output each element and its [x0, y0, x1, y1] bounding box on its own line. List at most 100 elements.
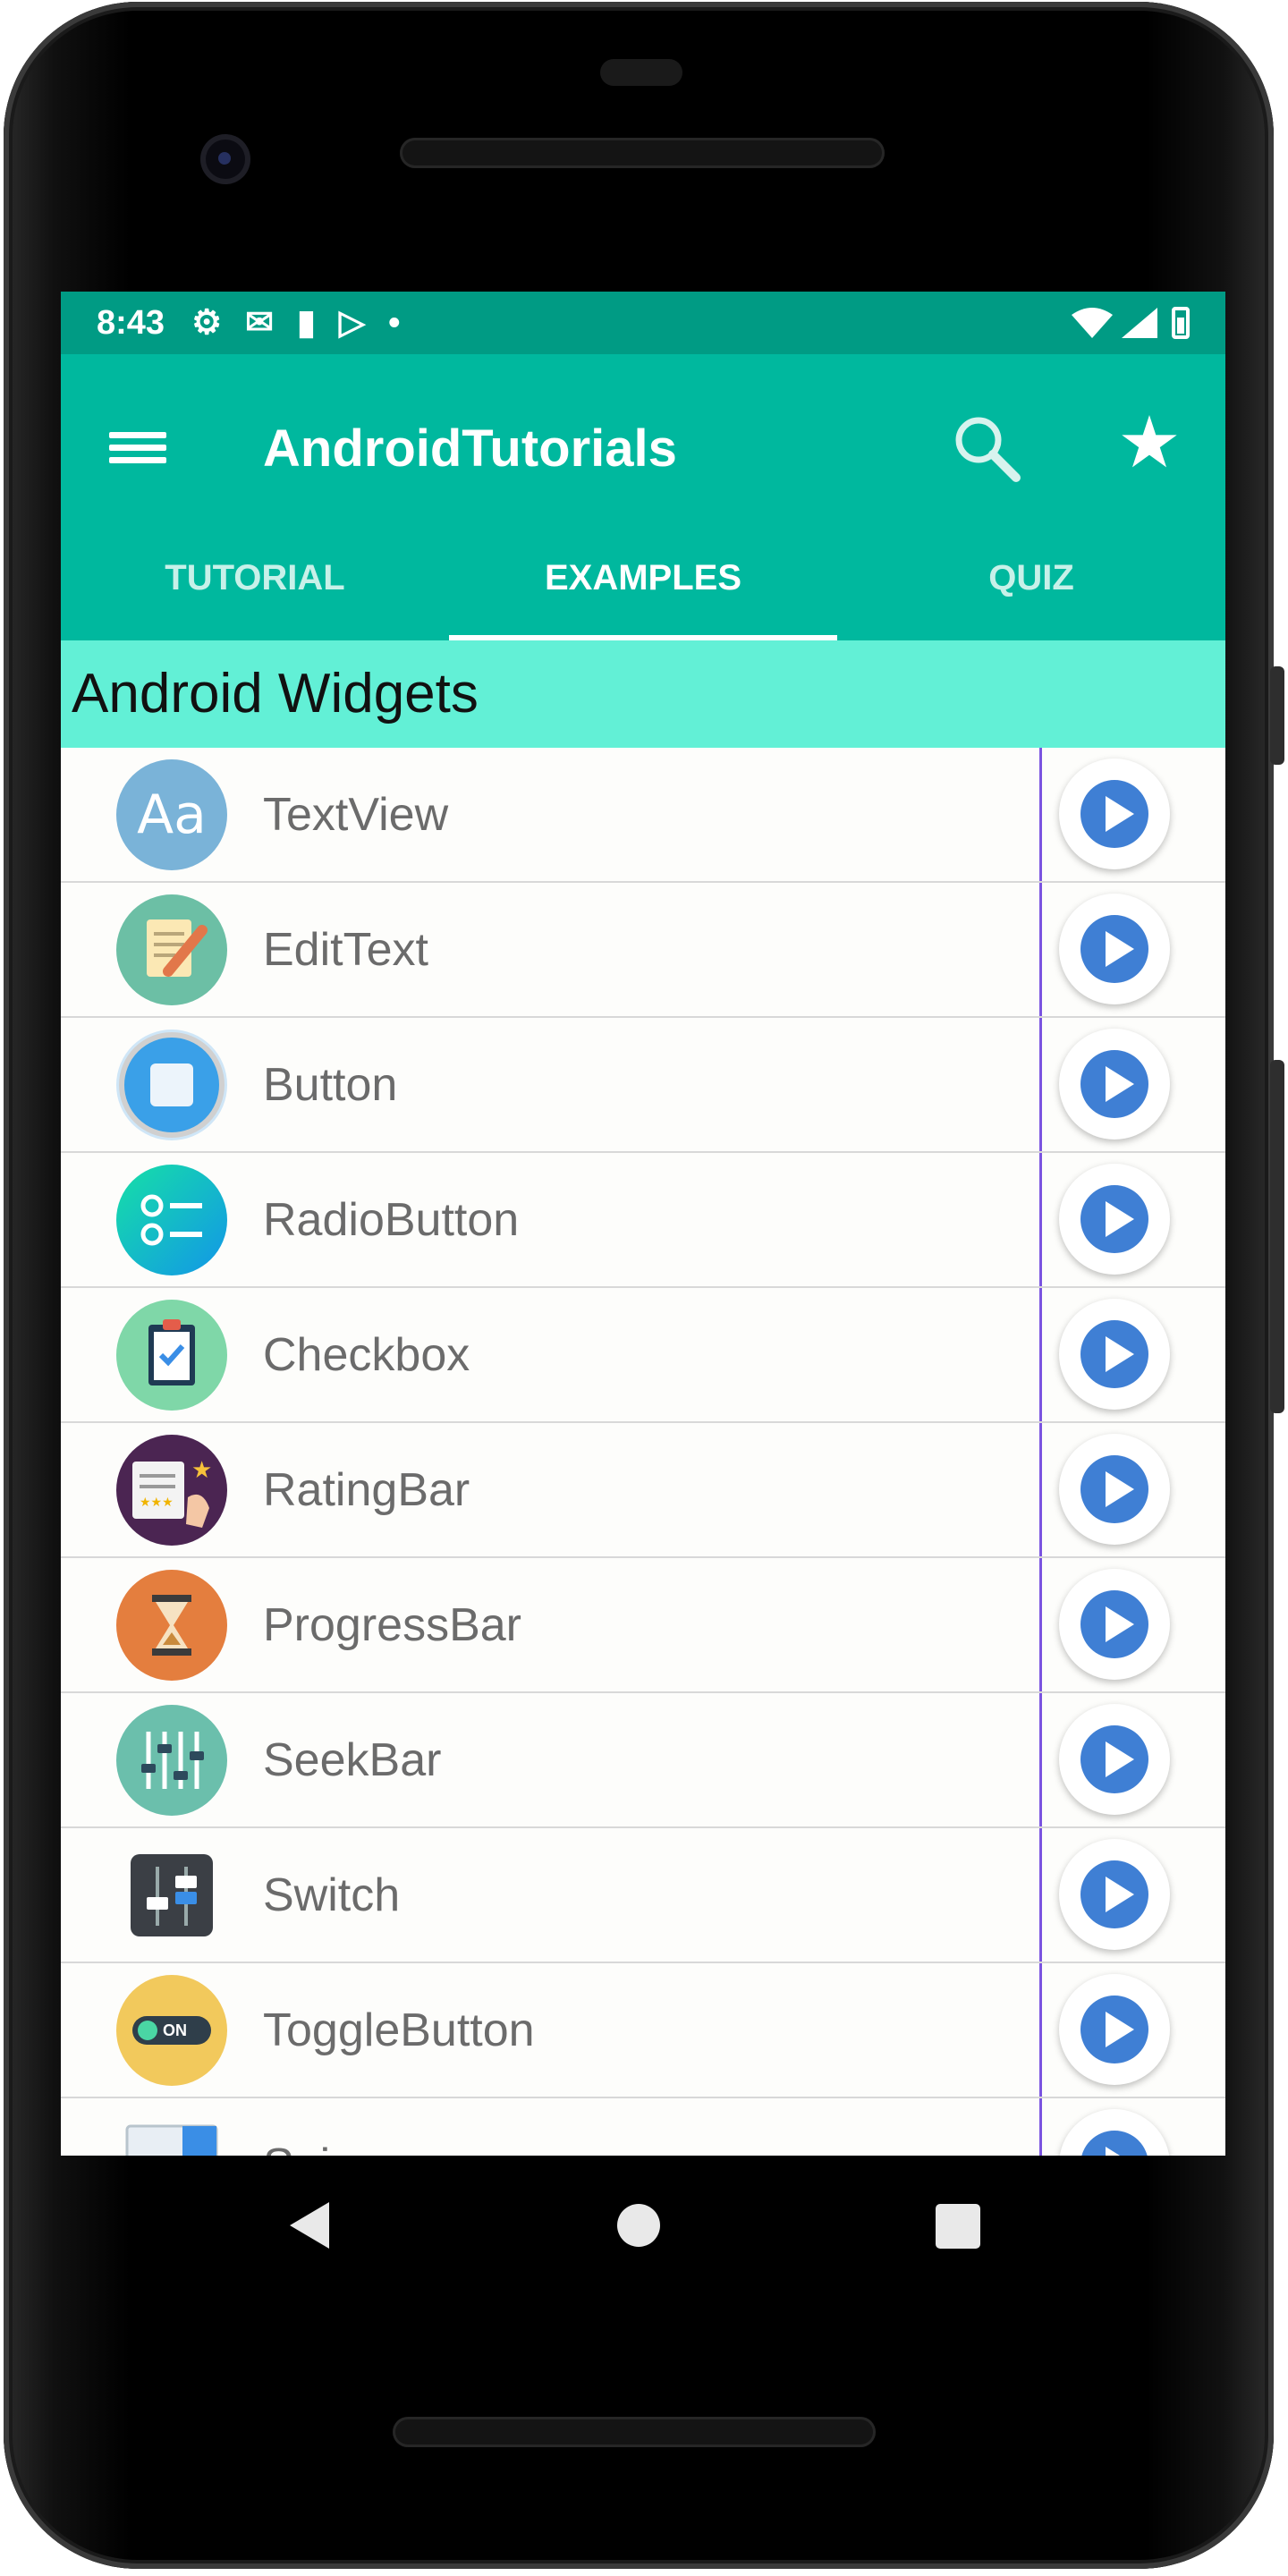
phone-frame: 8:43 ⚙ ✉ ▮ ▷ • AndroidTutorials ★ TUTORI… — [4, 2, 1274, 2569]
play-icon — [1080, 1725, 1148, 1793]
svg-text:★: ★ — [191, 1456, 212, 1483]
radiobutton-icon — [116, 1165, 227, 1275]
recents-icon[interactable] — [936, 2204, 980, 2249]
row-divider — [1039, 1558, 1042, 1691]
switch-icon — [116, 1840, 227, 1951]
row-divider — [1039, 2098, 1042, 2156]
play-icon — [1080, 1996, 1148, 2063]
list-item[interactable]: Switch — [61, 1828, 1225, 1963]
widget-list: Aa TextView EditText Button RadioButton … — [61, 748, 1225, 2156]
play-icon — [1080, 915, 1148, 983]
togglebutton-icon: ON — [116, 1975, 227, 2086]
row-divider — [1039, 1018, 1042, 1151]
list-item[interactable]: SeekBar — [61, 1693, 1225, 1828]
screen: 8:43 ⚙ ✉ ▮ ▷ • AndroidTutorials ★ TUTORI… — [61, 292, 1225, 2156]
gear-icon: ⚙ — [191, 304, 223, 342]
play-button[interactable] — [1059, 758, 1170, 869]
list-item[interactable]: RadioButton — [61, 1153, 1225, 1288]
search-icon[interactable] — [946, 408, 1027, 488]
play-icon — [1080, 780, 1148, 848]
tab-tutorial[interactable]: TUTORIAL — [61, 522, 449, 640]
row-divider — [1039, 748, 1042, 881]
power-button — [1270, 666, 1284, 765]
play-button[interactable] — [1059, 1164, 1170, 1275]
dot-icon: • — [388, 304, 401, 342]
status-time: 8:43 — [97, 303, 165, 342]
bottom-speaker — [393, 2417, 876, 2447]
list-item-label: Switch — [263, 1869, 401, 1921]
list-item-label: Spinner — [263, 2098, 423, 2156]
seekbar-icon — [116, 1705, 227, 1816]
volume-rocker — [1270, 1060, 1284, 1413]
play-icon — [1080, 1320, 1148, 1388]
row-divider — [1039, 883, 1042, 1016]
play-button[interactable] — [1059, 2109, 1170, 2156]
app-bar: AndroidTutorials ★ TUTORIAL EXAMPLES QUI… — [61, 354, 1225, 640]
play-button[interactable] — [1059, 1704, 1170, 1815]
battery-icon — [1172, 307, 1190, 339]
play-icon — [1080, 1050, 1148, 1118]
earpiece — [600, 59, 682, 86]
play-icon — [1080, 2131, 1148, 2156]
play-icon — [1080, 1590, 1148, 1658]
home-icon[interactable] — [617, 2204, 660, 2247]
section-title: Android Widgets — [61, 640, 1225, 748]
play-button[interactable] — [1059, 1839, 1170, 1950]
wifi-icon — [1072, 308, 1113, 338]
svg-text:★★★: ★★★ — [140, 1495, 174, 1509]
list-item[interactable]: ON ToggleButton — [61, 1963, 1225, 2098]
top-speaker — [400, 138, 885, 168]
row-divider — [1039, 1828, 1042, 1962]
checkbox-icon — [116, 1300, 227, 1411]
system-nav-bar — [4, 2157, 1274, 2287]
menu-icon[interactable] — [109, 426, 166, 476]
row-divider — [1039, 1153, 1042, 1286]
list-item-label: Button — [263, 1059, 398, 1111]
play-icon — [1080, 1455, 1148, 1523]
list-item[interactable]: Aa TextView — [61, 748, 1225, 883]
play-button[interactable] — [1059, 1029, 1170, 1140]
star-icon[interactable]: ★ — [1109, 402, 1190, 483]
progressbar-icon — [116, 1570, 227, 1681]
list-item-label: SeekBar — [263, 1734, 442, 1786]
signal-icon — [1122, 308, 1157, 338]
app-title: AndroidTutorials — [263, 419, 677, 478]
list-item[interactable]: Spinner — [61, 2098, 1225, 2156]
play-button[interactable] — [1059, 894, 1170, 1004]
status-bar: 8:43 ⚙ ✉ ▮ ▷ • — [61, 292, 1225, 354]
list-item[interactable]: ProgressBar — [61, 1558, 1225, 1693]
play-icon — [1080, 1860, 1148, 1928]
list-item-label: TextView — [263, 789, 449, 841]
row-divider — [1039, 1693, 1042, 1826]
list-item-label: Checkbox — [263, 1329, 470, 1381]
list-item-label: ToggleButton — [263, 2004, 535, 2056]
front-camera — [200, 134, 250, 184]
list-item-label: RadioButton — [263, 1194, 520, 1246]
play-icon — [1080, 1185, 1148, 1253]
spinner-icon — [116, 2110, 227, 2156]
ratingbar-icon: ★★★ ★ — [116, 1435, 227, 1546]
play-button[interactable] — [1059, 1569, 1170, 1680]
play-button[interactable] — [1059, 1299, 1170, 1410]
list-item[interactable]: EditText — [61, 883, 1225, 1018]
textview-icon: Aa — [116, 759, 227, 870]
tab-examples[interactable]: EXAMPLES — [449, 522, 837, 640]
button-icon — [116, 1030, 227, 1140]
back-icon[interactable] — [290, 2202, 329, 2249]
tab-bar: TUTORIAL EXAMPLES QUIZ — [61, 522, 1225, 640]
list-item[interactable]: ★★★ ★ RatingBar — [61, 1423, 1225, 1558]
play-button[interactable] — [1059, 1974, 1170, 2085]
row-divider — [1039, 1423, 1042, 1556]
row-divider — [1039, 1288, 1042, 1421]
list-item-label: EditText — [263, 924, 428, 976]
list-item-label: ProgressBar — [263, 1599, 521, 1651]
list-item[interactable]: Button — [61, 1018, 1225, 1153]
tab-quiz[interactable]: QUIZ — [837, 522, 1225, 640]
play-button[interactable] — [1059, 1434, 1170, 1545]
edittext-icon — [116, 894, 227, 1005]
mail-icon: ✉ — [245, 304, 274, 342]
sd-card-icon: ▮ — [296, 304, 316, 342]
list-item[interactable]: Checkbox — [61, 1288, 1225, 1423]
row-divider — [1039, 1963, 1042, 2097]
list-item-label: RatingBar — [263, 1464, 470, 1516]
